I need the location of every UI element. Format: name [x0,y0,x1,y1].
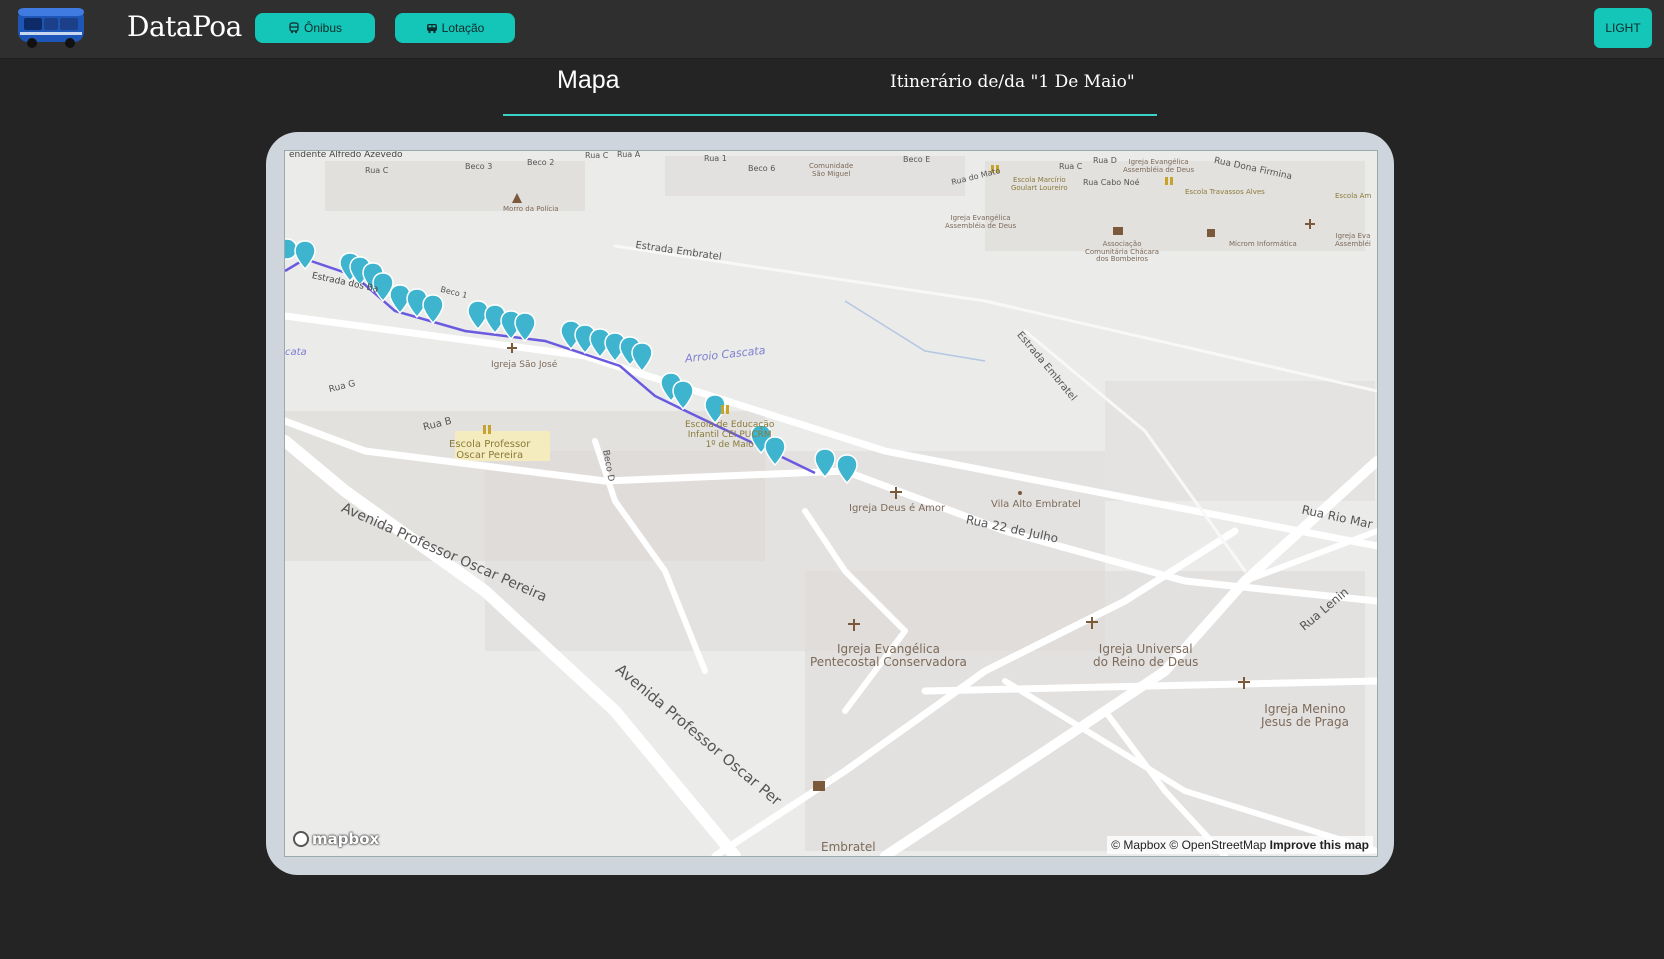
map-label: Comunidade São Miguel [809,162,854,178]
bus-stop-marker [294,240,316,271]
lotacao-nav-label: Lotação [441,21,485,35]
mapbox-logo-text: mapbox [312,830,380,848]
map-label: Igreja Universal do Reino de Deus [1093,642,1199,670]
map-label: Igreja Deus é Amor [849,503,946,514]
map-attribution: © Mapbox © OpenStreetMap Improve this ma… [1107,836,1373,854]
map-label: Igreja Evangélica Pentecostal Conservado… [810,642,967,670]
top-navbar: DataPoa Ônibus Lotação LIGHT [0,0,1664,59]
theme-toggle-button[interactable]: LIGHT [1594,8,1652,48]
map-label: Rua Cabo Noé [1083,178,1140,187]
map-label: Morro da Polícia [503,205,559,213]
map-label: Escola de Educação Infantil CEI PUCRM 1º… [685,420,775,450]
map-label: Rua 1 [704,154,727,163]
map-label: Associação Comunitária Chácara dos Bombe… [1085,240,1160,264]
map-label: Igreja Evangélica Assembléia de Deus [945,214,1017,230]
map-label: Escola Am [1335,192,1372,200]
map-label: Igreja Menino Jesus de Praga [1261,702,1349,730]
map-label: Beco 2 [527,158,555,167]
map-label: endente Alfredo Azevedo [289,150,403,160]
map-label: Igreja Evangélica Assembléia de Deus [1123,158,1195,174]
map-label: Microm Informática [1229,240,1297,248]
map-label: Rua A [617,150,641,159]
map-label: Rua D [1093,156,1117,165]
map-label: Beco 3 [465,162,493,171]
bus-icon [289,22,299,34]
map-label: Rua C [365,166,389,175]
bus-logo-icon [18,8,84,48]
map-label: Beco E [903,155,931,164]
mapbox-logo[interactable]: mapbox [293,828,383,850]
tab-itinerario[interactable]: Itinerário de/da "1 De Maio" [890,72,1135,92]
onibus-nav-label: Ônibus [303,21,343,35]
lotacao-nav-button[interactable]: Lotação [395,13,515,43]
bus-stop-marker [672,380,694,411]
map-frame: endente Alfredo Azevedo Rua C Beco 3 Bec… [266,132,1394,875]
map-label: Embratel [821,840,876,854]
map-label: cata [285,347,307,358]
bus-stop-marker [631,342,653,373]
brand-title[interactable]: DataPoa [127,10,242,43]
osm-attribution-link[interactable]: © OpenStreetMap [1169,838,1266,852]
map-label: Escola Marcírio Goulart Loureiro [1011,176,1068,192]
map-label: Rua C [1059,162,1083,171]
map-label: Vila Alto Embratel [991,499,1081,510]
van-icon [426,24,437,34]
map-label: Igreja São José [491,360,558,370]
map-label: Rua C [585,151,609,160]
map-label: Escola Travassos Alves [1185,188,1265,196]
tab-mapa[interactable]: Mapa [557,66,620,95]
improve-map-link[interactable]: Improve this map [1270,838,1369,852]
mapbox-attribution-link[interactable]: © Mapbox [1111,838,1166,852]
route-map[interactable]: endente Alfredo Azevedo Rua C Beco 3 Bec… [284,150,1378,857]
map-label: Igreja Eva Assembléi [1335,232,1371,248]
view-tabs: Mapa Itinerário de/da "1 De Maio" [503,58,1157,116]
map-label: Escola Professor Oscar Pereira [449,439,531,461]
map-base-layer [285,156,1377,856]
mapbox-logo-icon [293,831,309,847]
map-label: Beco 6 [748,164,776,173]
onibus-nav-button[interactable]: Ônibus [255,13,375,43]
